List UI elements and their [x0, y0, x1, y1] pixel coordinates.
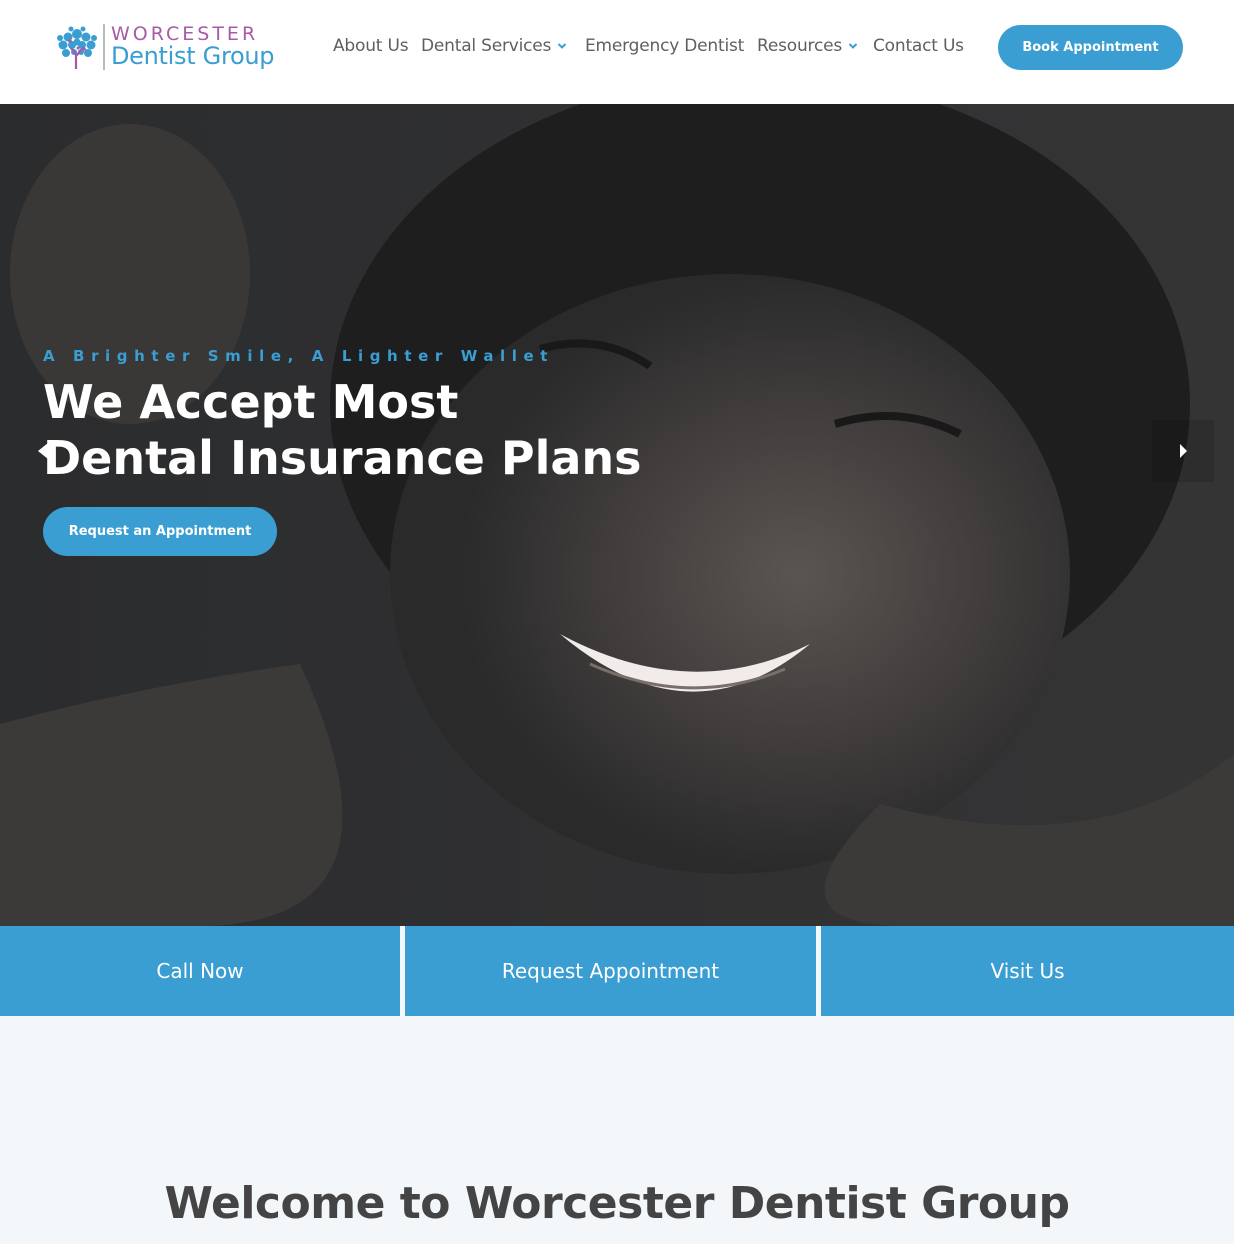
- nav-emergency-dentist[interactable]: Emergency Dentist: [585, 36, 744, 56]
- site-logo[interactable]: WORCESTER Dentist Group: [54, 22, 304, 74]
- nav-about-us-label: About Us: [333, 36, 409, 56]
- nav-resources[interactable]: Resources: [757, 36, 858, 56]
- logo-divider: [103, 24, 105, 70]
- nav-about-us[interactable]: About Us: [333, 36, 409, 56]
- hero-title: We Accept Most Dental Insurance Plans: [43, 374, 663, 486]
- site-header: WORCESTER Dentist Group About Us Dental …: [0, 0, 1234, 104]
- chevron-down-icon: [848, 43, 858, 49]
- logo-wordmark-bottom: Dentist Group: [111, 42, 275, 70]
- nav-contact-us-label: Contact Us: [873, 36, 964, 56]
- hero-eyebrow: A Brighter Smile, A Lighter Wallet: [43, 347, 555, 365]
- visit-us-button[interactable]: Visit Us: [821, 926, 1234, 1016]
- nav-resources-label: Resources: [757, 36, 843, 56]
- hero-title-line-1: We Accept Most: [43, 375, 459, 429]
- cta-bar: Call Now Request Appointment Visit Us: [0, 926, 1234, 1016]
- slider-next-arrow[interactable]: [1152, 420, 1214, 482]
- request-an-appointment-button[interactable]: Request an Appointment: [43, 507, 277, 556]
- nav-emergency-dentist-label: Emergency Dentist: [585, 36, 745, 56]
- nav-dental-services[interactable]: Dental Services: [421, 36, 567, 56]
- chevron-down-icon: [558, 43, 567, 49]
- nav-dental-services-label: Dental Services: [421, 36, 552, 56]
- tree-logo-icon: [57, 26, 97, 69]
- book-appointment-button[interactable]: Book Appointment: [998, 25, 1183, 70]
- caret-right-icon: [1180, 444, 1187, 458]
- hero-slider: A Brighter Smile, A Lighter Wallet We Ac…: [0, 104, 1234, 926]
- request-appointment-button[interactable]: Request Appointment: [405, 926, 816, 1016]
- hero-title-line-2: Dental Insurance Plans: [43, 431, 642, 485]
- welcome-heading: Welcome to Worcester Dentist Group: [164, 1178, 1070, 1229]
- call-now-button[interactable]: Call Now: [0, 926, 400, 1016]
- nav-contact-us[interactable]: Contact Us: [873, 36, 964, 56]
